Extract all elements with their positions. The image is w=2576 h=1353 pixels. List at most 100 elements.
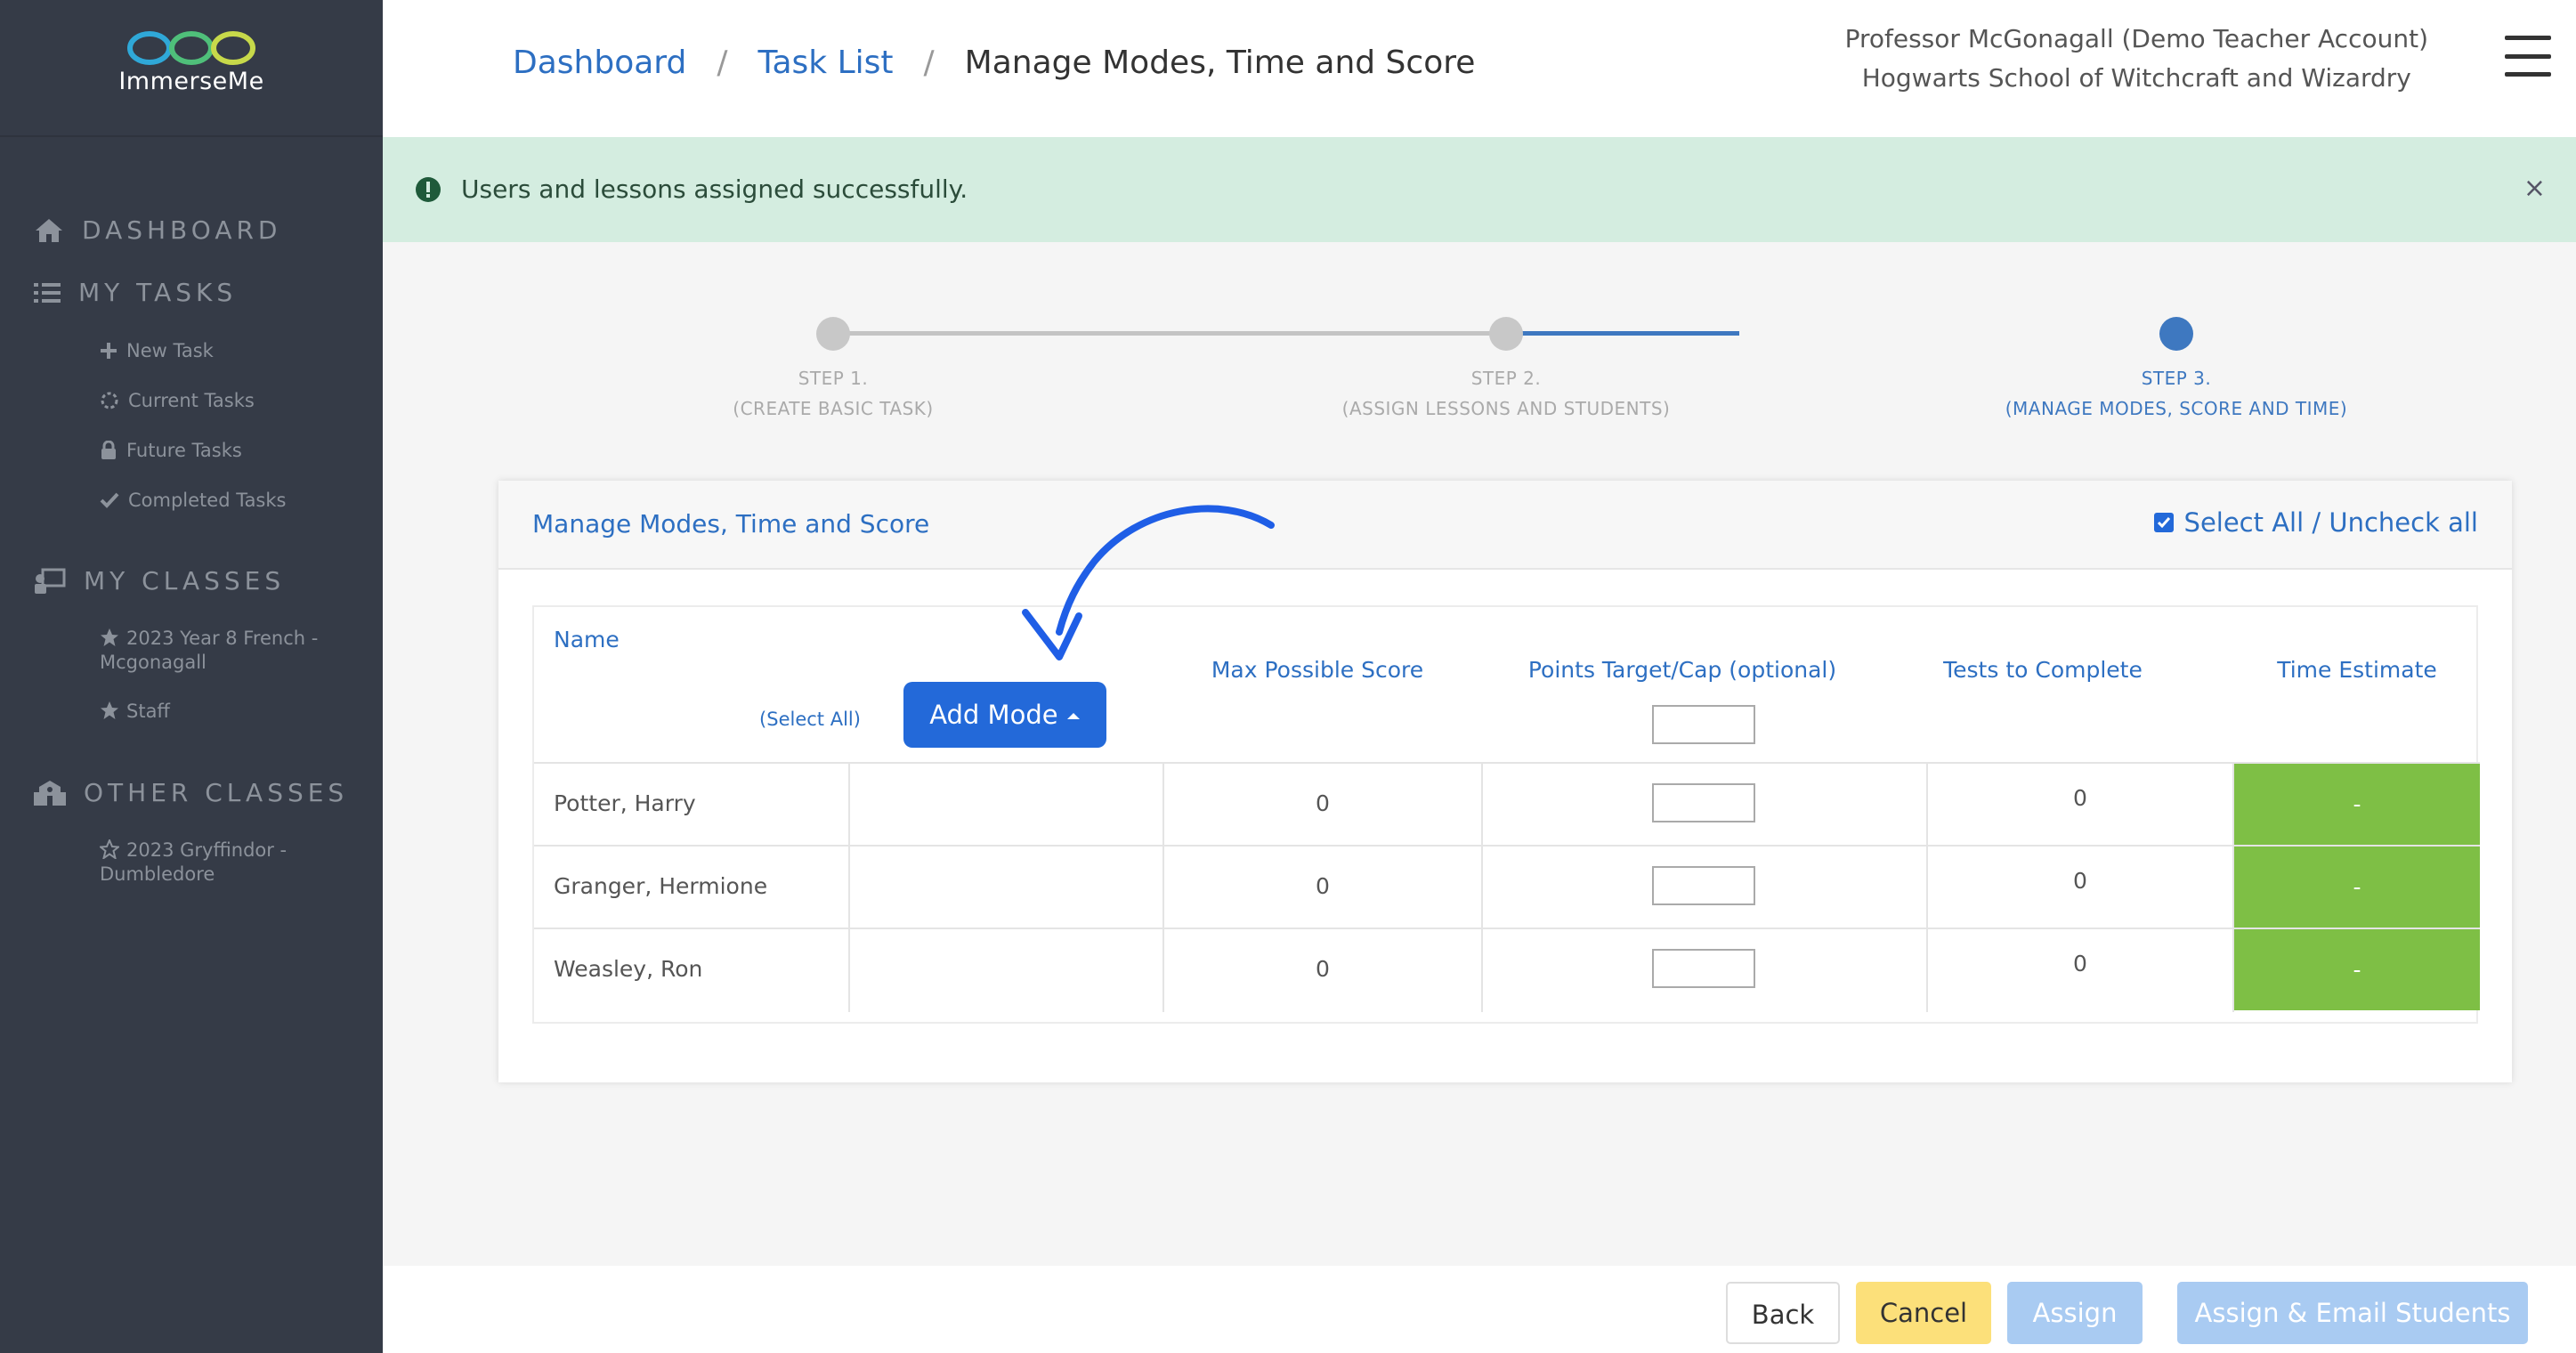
- step-1-dot: [816, 317, 850, 351]
- max-score-value: 0: [1316, 956, 1330, 982]
- points-target-input[interactable]: [1652, 783, 1755, 822]
- breadcrumb-current: Manage Modes, Time and Score: [964, 45, 1476, 81]
- home-icon: [36, 218, 62, 242]
- sidebar-item-label: DASHBOARD: [82, 215, 282, 245]
- select-all-label: Select All / Uncheck all: [2183, 507, 2478, 538]
- task-list-icon: [34, 282, 61, 303]
- card-title: Manage Modes, Time and Score: [532, 509, 930, 539]
- step-3-dot: [2159, 317, 2193, 351]
- step-title: STEP 1.: [798, 368, 869, 389]
- star-filled-icon: [101, 628, 118, 646]
- assign-email-button[interactable]: Assign & Email Students: [2177, 1282, 2528, 1344]
- sidebar-item-label: MY TASKS: [78, 278, 238, 307]
- header-points-target: Points Target/Cap (optional): [1527, 657, 1837, 683]
- exclamation-circle-icon: [416, 177, 441, 202]
- cell-mode: [850, 929, 1164, 1012]
- alert-message: Users and lessons assigned successfully.: [461, 174, 968, 204]
- cell-name: Granger, Hermione: [534, 847, 850, 929]
- breadcrumb-separator: /: [717, 45, 728, 81]
- time-estimate-cell: -: [2234, 764, 2480, 845]
- manage-modes-card: Manage Modes, Time and Score Select All …: [498, 481, 2512, 1082]
- sidebar-item-dashboard[interactable]: DASHBOARD: [34, 215, 281, 245]
- table-row: Potter, Harry 0 0 -: [534, 762, 2480, 847]
- header-select-all-link[interactable]: (Select All): [730, 709, 890, 730]
- table-row: Weasley, Ron 0 0 -: [534, 928, 2480, 1012]
- sidebar-item-completed-tasks[interactable]: Completed Tasks: [100, 490, 286, 511]
- sidebar-item-future-tasks[interactable]: Future Tasks: [100, 440, 242, 461]
- cell-mode: [850, 764, 1164, 847]
- sidebar-item-label: OTHER CLASSES: [84, 778, 349, 807]
- spinner-icon: [101, 392, 118, 409]
- logo[interactable]: ImmerseMe: [0, 0, 383, 137]
- cell-max-score: 0: [1164, 847, 1483, 929]
- lock-icon: [101, 441, 116, 459]
- user-info: Professor McGonagall (Demo Teacher Accou…: [1845, 20, 2428, 98]
- user-name: Professor McGonagall (Demo Teacher Accou…: [1844, 24, 2428, 53]
- sidebar-item-my-tasks[interactable]: MY TASKS: [34, 278, 237, 307]
- table-row: Granger, Hermione 0 0 -: [534, 845, 2480, 929]
- footer-actions: Back Cancel Assign Assign & Email Studen…: [383, 1266, 2576, 1353]
- cell-name: Potter, Harry: [534, 764, 850, 847]
- sidebar-item-class-staff[interactable]: Staff: [100, 700, 349, 724]
- breadcrumb-dashboard-link[interactable]: Dashboard: [513, 45, 686, 81]
- sidebar-item-new-task[interactable]: New Task: [100, 340, 214, 361]
- sidebar-item-current-tasks[interactable]: Current Tasks: [100, 390, 255, 411]
- sidebar-item-label: Future Tasks: [126, 440, 242, 461]
- time-estimate-cell: -: [2234, 847, 2480, 928]
- sidebar-item-my-classes[interactable]: MY CLASSES: [34, 566, 285, 595]
- breadcrumb: Dashboard / Task List / Manage Modes, Ti…: [513, 45, 1475, 81]
- cell-tests: 0: [1928, 847, 2234, 929]
- sidebar-item-class-gryffindor[interactable]: 2023 Gryffindor - Dumbledore: [98, 838, 349, 887]
- sidebar-item-label: Completed Tasks: [128, 490, 287, 511]
- sidebar-item-label: New Task: [126, 340, 214, 361]
- logo-text: ImmerseMe: [118, 68, 264, 95]
- tests-value: 0: [2073, 951, 2087, 976]
- select-all-toggle[interactable]: Select All / Uncheck all: [2153, 507, 2478, 538]
- tests-value: 0: [2073, 868, 2087, 894]
- assign-button[interactable]: Assign: [2007, 1282, 2143, 1344]
- hamburger-menu-icon[interactable]: [2505, 36, 2551, 77]
- step-2-label: STEP 2. (ASSIGN LESSONS AND STUDENTS): [1284, 363, 1729, 424]
- add-mode-button[interactable]: Add Mode: [903, 682, 1106, 748]
- header-name: Name: [554, 627, 620, 652]
- progress-steps: STEP 1. (CREATE BASIC TASK) STEP 2. (ASSIG…: [383, 242, 2576, 456]
- cell-points-target: [1483, 764, 1928, 847]
- select-all-checkbox[interactable]: [2153, 513, 2174, 532]
- step-line-active: [1504, 331, 1739, 336]
- caret-up-icon: [1066, 713, 1080, 719]
- points-target-input[interactable]: [1652, 866, 1755, 905]
- cell-tests: 0: [1928, 929, 2234, 1012]
- sidebar-item-other-classes[interactable]: OTHER CLASSES: [34, 778, 348, 807]
- breadcrumb-task-list-link[interactable]: Task List: [757, 45, 893, 81]
- sidebar-item-label: Staff: [126, 701, 170, 722]
- check-icon: [100, 492, 119, 508]
- time-estimate-cell: -: [2234, 929, 2480, 1010]
- infinity-logo-icon: [127, 31, 255, 65]
- add-mode-label: Add Mode: [929, 700, 1058, 730]
- points-target-input[interactable]: [1652, 949, 1755, 988]
- cancel-button[interactable]: Cancel: [1856, 1282, 1991, 1344]
- max-score-value: 0: [1316, 873, 1330, 899]
- cell-max-score: 0: [1164, 929, 1483, 1012]
- cell-tests: 0: [1928, 764, 2234, 847]
- max-score-value: 0: [1316, 790, 1330, 816]
- success-alert: Users and lessons assigned successfully.…: [383, 137, 2576, 242]
- school-building-icon: [34, 780, 66, 806]
- cell-mode: [850, 847, 1164, 929]
- points-target-all-input[interactable]: [1652, 705, 1755, 744]
- cell-max-score: 0: [1164, 764, 1483, 847]
- check-icon: [2157, 517, 2170, 529]
- top-bar: Dashboard / Task List / Manage Modes, Ti…: [383, 0, 2576, 137]
- close-icon[interactable]: ×: [2523, 173, 2546, 204]
- star-filled-icon: [101, 701, 118, 719]
- step-title: STEP 3.: [2141, 368, 2212, 389]
- sidebar-item-label: Current Tasks: [128, 390, 255, 411]
- step-subtitle: (MANAGE MODES, SCORE AND TIME): [2005, 398, 2348, 419]
- cell-points-target: [1483, 929, 1928, 1012]
- back-button[interactable]: Back: [1726, 1282, 1840, 1344]
- student-name: Weasley, Ron: [554, 956, 703, 982]
- header-tests: Tests to Complete: [1943, 657, 2143, 683]
- sidebar-item-class-french[interactable]: 2023 Year 8 French - Mcgonagall: [100, 627, 349, 675]
- annotation-arrow-icon: [1022, 505, 1275, 660]
- sidebar-item-label: 2023 Gryffindor - Dumbledore: [100, 839, 288, 885]
